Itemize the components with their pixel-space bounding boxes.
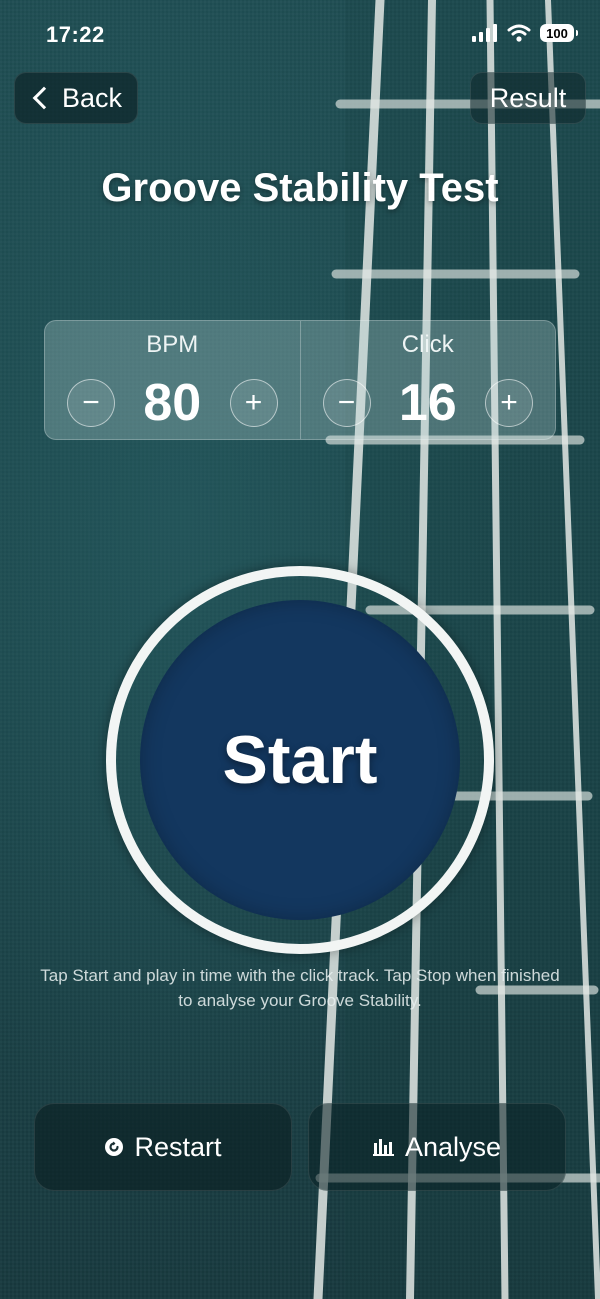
click-control: Click − 16 + (299, 321, 556, 439)
restart-button[interactable]: Restart (34, 1103, 292, 1191)
click-label: Click (401, 331, 454, 358)
status-time: 17:22 (46, 22, 105, 47)
bar-chart-icon (372, 1139, 394, 1156)
battery-level: 100 (546, 25, 568, 41)
back-label: Back (61, 82, 123, 113)
instructions-text: Tap Start and play in time with the clic… (40, 966, 560, 1010)
click-increase-button[interactable]: + (485, 379, 533, 427)
result-button[interactable]: Result (470, 72, 586, 124)
restart-icon (105, 1138, 124, 1156)
bpm-control: BPM − 80 + (45, 321, 300, 439)
status-icons: 100 (472, 24, 578, 42)
bpm-label: BPM (146, 331, 199, 358)
result-label: Result (489, 82, 567, 113)
back-button[interactable]: Back (14, 72, 138, 124)
start-button[interactable]: Start (140, 600, 460, 920)
chevron-left-icon (32, 86, 56, 110)
tempo-settings-panel: BPM − 80 + Click − 16 + (44, 320, 556, 440)
bpm-increase-button[interactable]: + (229, 379, 278, 427)
signal-icon (472, 24, 497, 42)
analyse-label: Analyse (404, 1131, 502, 1162)
analyse-button[interactable]: Analyse (308, 1103, 566, 1191)
battery-icon: 100 (540, 24, 578, 42)
app-screen: 17:22 100 Back Result Groove Stability T… (0, 0, 600, 1299)
wifi-icon (507, 24, 531, 42)
page-title: Groove Stability Test (101, 166, 499, 210)
restart-label: Restart (134, 1131, 222, 1162)
